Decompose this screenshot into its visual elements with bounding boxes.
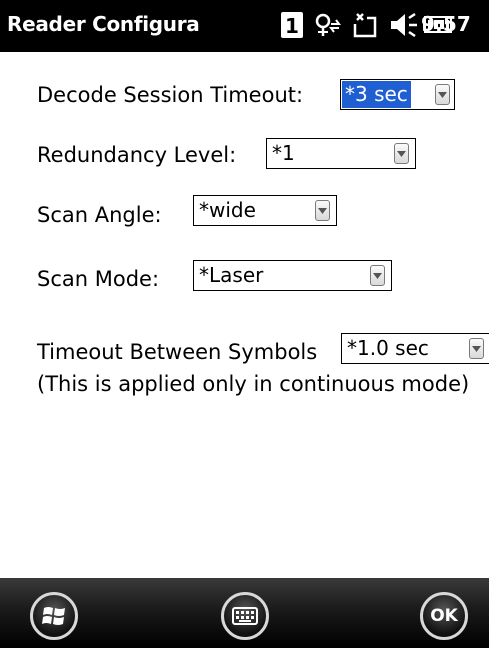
window-title: Reader Configura (7, 12, 200, 36)
bottom-bar: OK (0, 578, 489, 648)
continuous-mode-note: (This is applied only in continuous mode… (37, 372, 470, 396)
chevron-down-icon[interactable] (435, 84, 450, 105)
chevron-down-icon[interactable] (394, 143, 409, 164)
timeout-between-value: *1.0 sec (347, 336, 429, 360)
scan-mode-label: Scan Mode: (37, 267, 160, 291)
title-bar: Reader Configura 1 9:57 (0, 0, 489, 52)
scan-mode-value: *Laser (199, 263, 264, 287)
chevron-down-icon[interactable] (370, 265, 385, 286)
timeout-between-label: Timeout Between Symbols (37, 340, 318, 364)
data-connection-icon[interactable] (351, 8, 381, 46)
timeout-between-dropdown[interactable]: *1.0 sec (341, 333, 489, 364)
start-button[interactable] (30, 592, 78, 640)
speaker-icon[interactable] (387, 8, 419, 46)
ok-label: OK (430, 606, 458, 626)
ok-button[interactable]: OK (420, 592, 468, 640)
decode-timeout-label: Decode Session Timeout: (37, 83, 304, 107)
chevron-down-icon[interactable] (315, 200, 330, 221)
svg-text:1: 1 (285, 14, 299, 38)
ok-icon: OK (423, 595, 465, 637)
scan-angle-value: *wide (199, 198, 256, 222)
signal-sync-icon[interactable] (313, 8, 347, 46)
redundancy-label: Redundancy Level: (37, 143, 237, 167)
settings-form: Decode Session Timeout: *3 sec Redundanc… (0, 52, 489, 578)
scan-angle-dropdown[interactable]: *wide (193, 195, 337, 226)
redundancy-dropdown[interactable]: *1 (266, 138, 416, 169)
scan-angle-label: Scan Angle: (37, 203, 162, 227)
decode-timeout-value: *3 sec (342, 81, 411, 108)
keyboard-button[interactable] (221, 592, 269, 640)
scan-mode-dropdown[interactable]: *Laser (193, 260, 392, 291)
clock[interactable]: 9:57 (421, 12, 471, 36)
redundancy-value: *1 (272, 141, 295, 165)
chevron-down-icon[interactable] (469, 338, 484, 359)
sim-1-icon[interactable]: 1 (279, 8, 307, 46)
decode-timeout-dropdown[interactable]: *3 sec (340, 79, 455, 110)
